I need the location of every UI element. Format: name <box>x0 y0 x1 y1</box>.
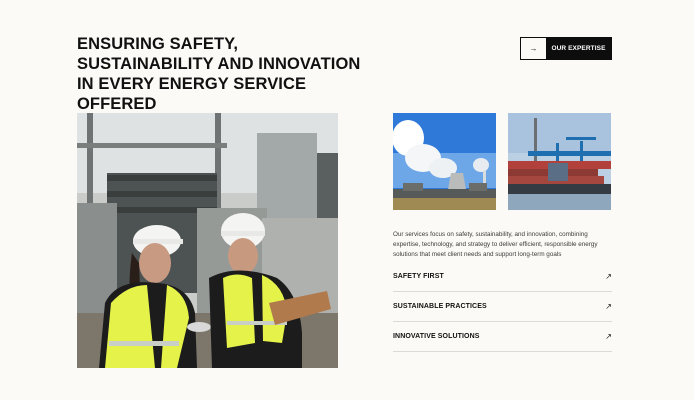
service-safety-first[interactable]: SAFETY FIRST ↗ <box>393 262 612 292</box>
arrow-right-icon: → <box>521 38 546 59</box>
arrow-up-right-icon: ↗ <box>605 272 612 281</box>
our-expertise-label: OUR EXPERTISE <box>551 45 606 52</box>
services-list: SAFETY FIRST ↗ SUSTAINABLE PRACTICES ↗ I… <box>393 262 612 352</box>
service-innovative-solutions[interactable]: INNOVATIVE SOLUTIONS ↗ <box>393 322 612 352</box>
power-plant-photo <box>393 113 496 210</box>
workers-photo <box>77 113 338 368</box>
service-label: SUSTAINABLE PRACTICES <box>393 303 487 310</box>
page-title: ENSURING SAFETY, SUSTAINABILITY AND INNO… <box>77 35 361 113</box>
cargo-port-photo <box>508 113 611 210</box>
arrow-up-right-icon: ↗ <box>605 332 612 341</box>
service-sustainable-practices[interactable]: SUSTAINABLE PRACTICES ↗ <box>393 292 612 322</box>
our-expertise-button[interactable]: → OUR EXPERTISE <box>520 37 612 60</box>
service-label: INNOVATIVE SOLUTIONS <box>393 333 480 340</box>
services-description: Our services focus on safety, sustainabi… <box>393 231 598 258</box>
arrow-up-right-icon: ↗ <box>605 302 612 311</box>
service-label: SAFETY FIRST <box>393 273 444 280</box>
